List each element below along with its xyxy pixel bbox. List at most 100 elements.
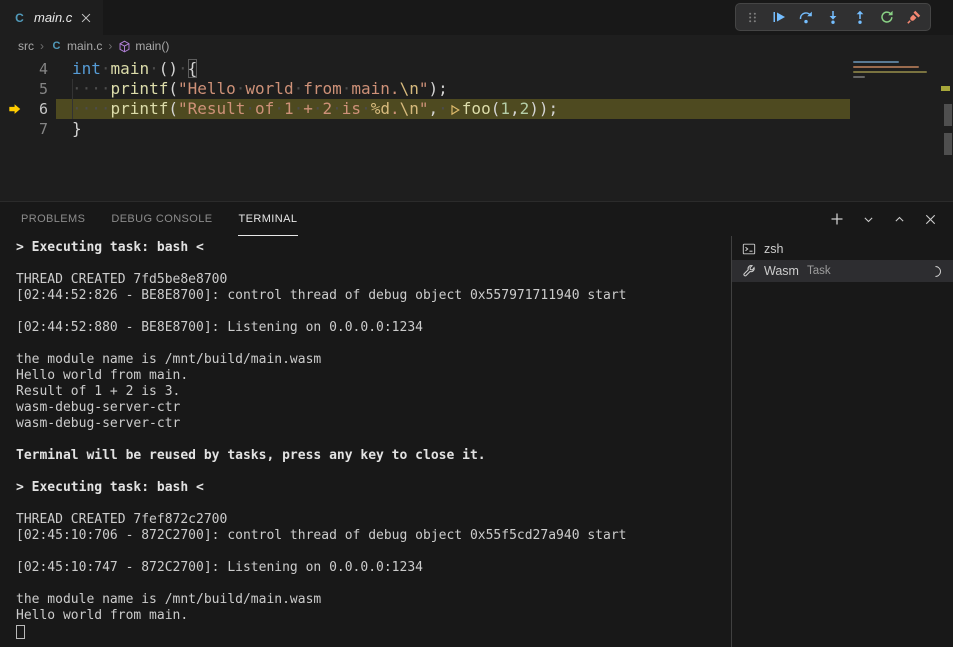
gutter-glyph[interactable] (0, 59, 30, 79)
debug-toolbar (735, 3, 931, 31)
code-token: 1 (500, 99, 510, 118)
code-token: , (429, 99, 439, 118)
panel-tab-debug-console[interactable]: DEBUG CONSOLE (110, 202, 213, 236)
breadcrumb-label: main.c (67, 39, 102, 53)
code-token: · (149, 59, 159, 78)
terminal-line: the module name is /mnt/build/main.wasm (16, 592, 731, 608)
terminal-line (16, 432, 731, 448)
terminal-line: Result of 1 + 2 is 3. (16, 384, 731, 400)
c-file-icon: C (12, 11, 27, 25)
terminal-picker-button[interactable] (859, 210, 877, 228)
panel-actions (828, 202, 939, 236)
code-token: of (255, 99, 274, 118)
panel-tabs: PROBLEMS DEBUG CONSOLE TERMINAL (20, 202, 298, 236)
code-token: · (438, 99, 448, 118)
terminal-list-item-wasm[interactable]: Wasm Task (732, 260, 953, 282)
code-token: is (342, 99, 361, 118)
code-token: ( (168, 99, 178, 118)
terminal-list-item-zsh[interactable]: zsh (732, 238, 953, 260)
panel-header: PROBLEMS DEBUG CONSOLE TERMINAL (0, 202, 953, 236)
code-line[interactable]: 7} (0, 119, 953, 139)
disconnect-button[interactable] (905, 8, 923, 26)
terminal-cursor (16, 625, 25, 639)
code-token: · (342, 79, 352, 98)
terminal-label: Wasm (764, 264, 799, 278)
continue-button[interactable] (770, 8, 788, 26)
code-token: main (111, 59, 150, 78)
gutter-glyph[interactable] (0, 119, 30, 139)
code-token: · (294, 99, 304, 118)
code-token: · (313, 99, 323, 118)
terminal-line (16, 256, 731, 272)
terminal-line: [02:44:52:826 - BE8E8700]: control threa… (16, 288, 731, 304)
panel-tab-label: PROBLEMS (21, 213, 85, 225)
minimap[interactable] (851, 57, 939, 201)
terminal-line: Hello world from main. (16, 368, 731, 384)
close-panel-button[interactable] (921, 210, 939, 228)
code-token: · (294, 79, 304, 98)
code-text: } (72, 119, 82, 139)
terminal-line (16, 624, 731, 640)
line-number: 4 (30, 59, 48, 79)
gripper-icon (745, 10, 760, 25)
breadcrumb-item-src[interactable]: src (18, 39, 34, 53)
new-terminal-button[interactable] (828, 210, 846, 228)
tab-close-icon[interactable] (79, 11, 93, 25)
code-token: world (245, 79, 293, 98)
code-text: ····printf("Result·of·1·+·2·is·%d.\n",·f… (72, 99, 558, 119)
step-over-button[interactable] (797, 8, 815, 26)
restart-button[interactable] (878, 8, 896, 26)
step-into-button[interactable] (824, 8, 842, 26)
inline-run-icon[interactable] (449, 104, 461, 116)
code-line[interactable]: 5····printf("Hello·world·from·main.\n"); (0, 79, 953, 99)
panel-tab-terminal[interactable]: TERMINAL (238, 202, 299, 236)
breadcrumb-item-main[interactable]: main() (118, 39, 169, 53)
panel-tab-label: TERMINAL (239, 213, 298, 225)
breadcrumb-item-main-c[interactable]: Cmain.c (50, 39, 102, 53)
debug-current-line-icon[interactable] (0, 99, 30, 119)
breadcrumb-label: main() (135, 39, 169, 53)
tab-label: main.c (34, 10, 72, 25)
code-token: · (245, 99, 255, 118)
code-token: ( (168, 79, 178, 98)
code-token: · (332, 99, 342, 118)
minimap-line (853, 71, 927, 73)
tab-bar: C main.c (0, 0, 953, 35)
terminal-line (16, 544, 731, 560)
code-token: "Hello (178, 79, 236, 98)
breadcrumb-separator-icon: › (107, 39, 113, 53)
terminal-output[interactable]: > Executing task: bash <THREAD CREATED 7… (0, 236, 731, 647)
terminal-line: wasm-debug-server-ctr (16, 400, 731, 416)
code-token: )); (529, 99, 558, 118)
terminal-line: the module name is /mnt/build/main.wasm (16, 352, 731, 368)
terminal-line (16, 496, 731, 512)
terminal-picker-icon (862, 213, 875, 226)
tab-main-c[interactable]: C main.c (0, 0, 103, 35)
code-token: · (274, 99, 284, 118)
terminal-line: [02:45:10:706 - 872C2700]: control threa… (16, 528, 731, 544)
step-out-button[interactable] (851, 8, 869, 26)
code-token: ···· (72, 99, 111, 118)
minimap-line (853, 66, 919, 68)
code-token: \n (400, 79, 419, 98)
overview-mark (944, 133, 952, 155)
code-token: · (178, 59, 188, 78)
terminal-line: Hello world from main. (16, 608, 731, 624)
code-line[interactable]: 4int·main·()·{ (0, 59, 953, 79)
code-line[interactable]: 6····printf("Result·of·1·+·2·is·%d.\n",·… (0, 99, 953, 119)
code-token: · (101, 59, 111, 78)
scrollbar-thumb[interactable] (944, 104, 952, 126)
maximize-panel-button[interactable] (890, 210, 908, 228)
terminal-line: > Executing task: bash < (16, 480, 731, 496)
code-token: ···· (72, 79, 111, 98)
minimap-line (853, 76, 865, 78)
editor[interactable]: 4int·main·()·{5····printf("Hello·world·f… (0, 57, 953, 201)
c-file-icon: C (50, 40, 63, 52)
tools-icon (742, 264, 756, 278)
code-token: from (303, 79, 342, 98)
panel-tab-problems[interactable]: PROBLEMS (20, 202, 86, 236)
gutter-glyph[interactable] (0, 79, 30, 99)
terminal-task-badge: Task (807, 265, 831, 277)
gripper-button[interactable] (743, 8, 761, 26)
code-token: · (361, 99, 371, 118)
